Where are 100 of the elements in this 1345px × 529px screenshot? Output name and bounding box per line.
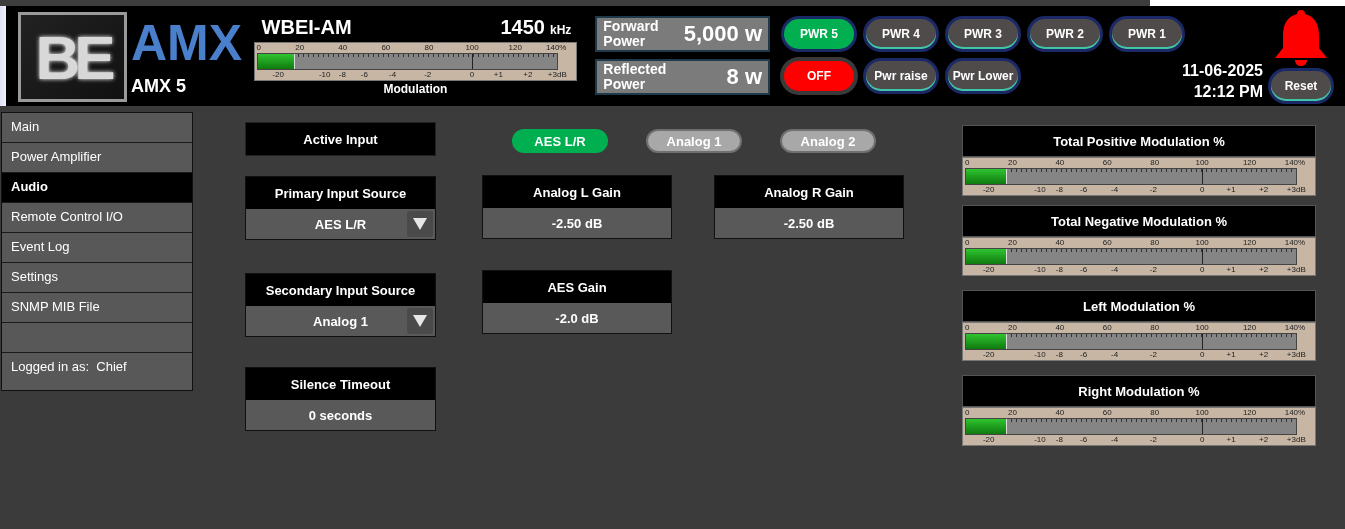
- value-field[interactable]: -2.0 dB: [483, 303, 671, 333]
- model-name: AMX 5: [131, 76, 187, 97]
- power-label: Forward Power: [603, 19, 660, 49]
- scale-label: 80: [1150, 238, 1160, 248]
- reset-button[interactable]: Reset: [1271, 71, 1331, 101]
- scale-label: 20: [1007, 238, 1017, 248]
- scale-label: +3dB: [1286, 350, 1306, 360]
- sidebar-item[interactable]: Remote Control I/O: [2, 203, 192, 233]
- scale-label: +1: [493, 70, 503, 80]
- scale-label: -10: [1034, 435, 1046, 445]
- section-title: Active Input: [245, 122, 436, 156]
- field-label: AES Gain: [483, 271, 671, 303]
- meter-label: Modulation: [382, 82, 449, 96]
- power-control-button[interactable]: Pwr Lower: [948, 61, 1019, 91]
- scale-label: 80: [424, 43, 434, 53]
- scale-label: 20: [295, 43, 305, 53]
- scale-label: -8: [1055, 350, 1063, 360]
- date: 11-06-2025: [1182, 61, 1263, 81]
- dropdown[interactable]: Analog 1: [246, 306, 435, 336]
- scale-label: 80: [1150, 158, 1160, 168]
- scale-label: 100: [1195, 323, 1209, 333]
- scale-label: +2: [1259, 350, 1269, 360]
- scale-label: 60: [1102, 158, 1112, 168]
- scale-label: -8: [1055, 435, 1063, 445]
- scale-label: -6: [1080, 435, 1088, 445]
- scale-label: -10: [1034, 265, 1046, 275]
- power-level-button[interactable]: PWR 3: [948, 19, 1019, 49]
- scale-label: 0: [965, 158, 970, 168]
- scale-label: 120: [508, 43, 522, 53]
- scale-label: -20: [982, 185, 995, 195]
- scale-label: -20: [982, 350, 995, 360]
- brand-name: AMX: [131, 18, 244, 68]
- scale-label: 140%: [546, 43, 567, 53]
- scale-label: 100: [465, 43, 479, 53]
- scale-label: -6: [1080, 185, 1088, 195]
- power-level-button[interactable]: PWR 4: [866, 19, 937, 49]
- scale-label: +2: [1259, 185, 1269, 195]
- sidebar-item[interactable]: SNMP MIB File: [2, 293, 192, 323]
- sidebar-item[interactable]: Event Log: [2, 233, 192, 263]
- scale-label: -8: [338, 70, 346, 80]
- sidebar-item[interactable]: Settings: [2, 263, 192, 293]
- scale-label: -4: [1111, 265, 1119, 275]
- scale-label: 60: [1102, 323, 1112, 333]
- scale-label: 40: [338, 43, 348, 53]
- scale-label: 100: [1195, 238, 1209, 248]
- scale-label: -6: [1080, 265, 1088, 275]
- frequency: 1450: [500, 16, 545, 39]
- scale-label: 120: [1242, 238, 1257, 248]
- time: 12:12 PM: [1193, 82, 1263, 102]
- scale-label: +1: [1226, 185, 1236, 195]
- brand-logo: BE: [18, 12, 127, 102]
- scale-label: 20: [1007, 408, 1017, 418]
- scale-label: -2: [1149, 435, 1157, 445]
- scale-label: 40: [1055, 158, 1065, 168]
- scale-label: 140%: [1284, 323, 1306, 333]
- sidebar-item[interactable]: Audio: [2, 173, 192, 203]
- scale-label: 40: [1055, 238, 1065, 248]
- value-field[interactable]: -2.50 dB: [715, 208, 903, 238]
- scale-label: 140%: [1284, 158, 1306, 168]
- sidebar-item[interactable]: Main: [2, 113, 192, 143]
- scale-label: 60: [1102, 408, 1112, 418]
- power-level-button[interactable]: PWR 2: [1030, 19, 1101, 49]
- scale-label: 100: [1195, 408, 1209, 418]
- scale-label: -4: [1111, 435, 1119, 445]
- scale-label: +3dB: [1286, 435, 1306, 445]
- dropdown[interactable]: AES L/R: [246, 209, 435, 239]
- field-label: Analog L Gain: [483, 176, 671, 208]
- scale-label: -10: [318, 70, 331, 80]
- scale-label: 0: [256, 43, 261, 53]
- scale-label: 40: [1055, 323, 1065, 333]
- scale-label: 140%: [1284, 238, 1306, 248]
- power-control-button[interactable]: Pwr raise: [866, 61, 937, 91]
- meter-title: Left Modulation %: [962, 290, 1316, 322]
- scale-label: 0: [965, 323, 970, 333]
- power-level-button[interactable]: PWR 1: [1112, 19, 1183, 49]
- value-field[interactable]: -2.50 dB: [483, 208, 671, 238]
- scale-label: 0: [1199, 185, 1205, 195]
- scale-label: 20: [1007, 323, 1017, 333]
- scale-label: -10: [1034, 350, 1046, 360]
- field-label: Primary Input Source: [246, 177, 435, 209]
- scale-label: +3dB: [1286, 185, 1306, 195]
- meter-title: Right Modulation %: [962, 375, 1316, 407]
- scale-label: 120: [1242, 158, 1257, 168]
- field-label: Analog R Gain: [715, 176, 903, 208]
- scale-label: -2: [1149, 185, 1157, 195]
- scale-label: 0: [469, 70, 475, 80]
- scale-label: -2: [1149, 350, 1157, 360]
- scale-label: -2: [424, 70, 432, 80]
- sidebar-item[interactable]: Power Amplifier: [2, 143, 192, 173]
- power-value: 8 w: [726, 64, 763, 90]
- login-status: Logged in as: Chief: [2, 353, 192, 390]
- scale-label: 80: [1150, 323, 1160, 333]
- scale-label: 100: [1195, 158, 1209, 168]
- value-field[interactable]: 0 seconds: [246, 400, 435, 430]
- scale-label: 80: [1150, 408, 1160, 418]
- scale-label: 20: [1007, 158, 1017, 168]
- scale-label: +2: [523, 70, 533, 80]
- scale-label: 0: [1199, 265, 1205, 275]
- scale-label: +2: [1259, 265, 1269, 275]
- scale-label: -20: [982, 265, 995, 275]
